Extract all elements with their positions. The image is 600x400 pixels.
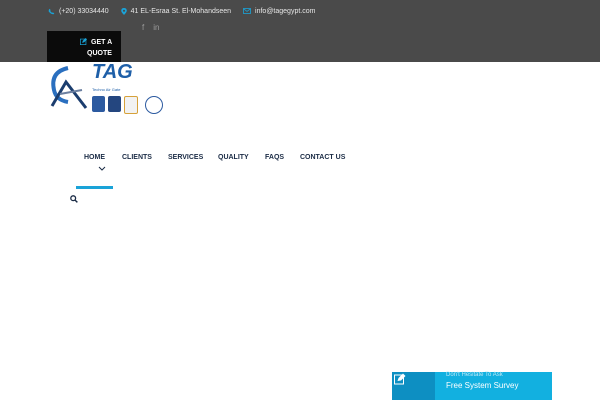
cert-badge-icon bbox=[124, 96, 138, 114]
search-icon bbox=[70, 195, 78, 203]
nav-item-services[interactable]: SERVICES bbox=[168, 154, 218, 161]
facebook-icon[interactable]: f bbox=[142, 23, 144, 32]
get-a-quote-button[interactable]: GET A QUOTE bbox=[47, 31, 121, 62]
quote-label-line2: QUOTE bbox=[87, 50, 112, 57]
linkedin-icon[interactable]: in bbox=[153, 23, 159, 32]
quote-label-line1: GET A bbox=[91, 39, 113, 46]
edit-icon bbox=[80, 38, 87, 45]
contact-info: (+20) 33034440 41 EL-Esraa St. El-Mohand… bbox=[48, 6, 327, 16]
nav-item-faqs[interactable]: FAQS bbox=[265, 154, 300, 161]
cert-badge-icon bbox=[145, 96, 163, 114]
phone-contact[interactable]: (+20) 33034440 bbox=[48, 8, 109, 15]
tag-logo[interactable]: TAG Techno Air Gate bbox=[46, 61, 166, 120]
social-links: f in bbox=[142, 22, 159, 32]
survey-subtitle: Don't Hesitate To Ask bbox=[446, 372, 503, 378]
email-address: info@tagegypt.com bbox=[255, 7, 316, 15]
phone-number: (+20) 33034440 bbox=[59, 7, 109, 15]
email-contact[interactable]: info@tagegypt.com bbox=[243, 8, 315, 15]
edit-icon bbox=[394, 373, 406, 385]
nav-item-clients[interactable]: CLIENTS bbox=[122, 154, 168, 161]
logo-name: TAG bbox=[92, 61, 133, 83]
chevron-down-icon[interactable] bbox=[98, 166, 106, 172]
cert-badge-icon bbox=[92, 96, 105, 112]
nav-item-contact-us[interactable]: CONTACT US bbox=[300, 154, 360, 161]
certification-badges bbox=[92, 96, 163, 114]
free-survey-banner[interactable]: Don't Hesitate To Ask Free System Survey bbox=[392, 372, 552, 400]
nav-item-quality[interactable]: QUALITY bbox=[218, 154, 265, 161]
survey-title[interactable]: Free System Survey bbox=[446, 381, 518, 390]
main-navigation: HOME CLIENTS SERVICES QUALITY FAQS CONTA… bbox=[84, 151, 360, 163]
address-contact: 41 EL-Esraa St. El-Mohandseen bbox=[120, 7, 232, 15]
active-nav-indicator bbox=[76, 186, 113, 189]
phone-icon bbox=[48, 8, 55, 14]
cert-badge-icon bbox=[108, 96, 121, 112]
map-marker-icon bbox=[120, 7, 127, 15]
survey-icon-box bbox=[392, 372, 435, 400]
address-text: 41 EL-Esraa St. El-Mohandseen bbox=[130, 7, 232, 15]
envelope-icon bbox=[243, 8, 252, 14]
nav-item-home[interactable]: HOME bbox=[84, 154, 122, 161]
search-button[interactable] bbox=[70, 190, 78, 203]
top-bar: (+20) 33034440 41 EL-Esraa St. El-Mohand… bbox=[0, 0, 600, 62]
logo-mark-icon bbox=[50, 66, 88, 109]
logo-tagline: Techno Air Gate bbox=[92, 87, 121, 92]
